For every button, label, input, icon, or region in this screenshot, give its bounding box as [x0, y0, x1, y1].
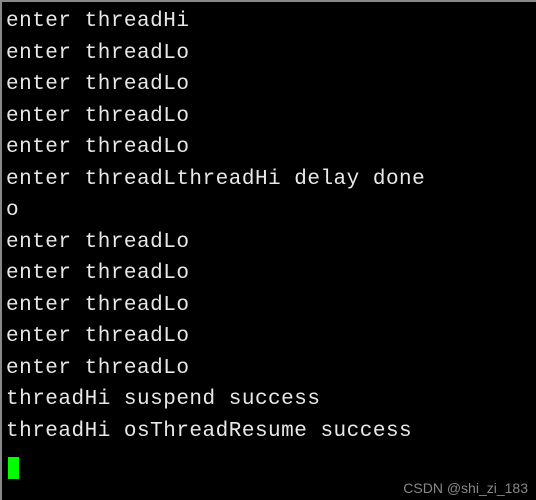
- output-line: enter threadLo: [6, 69, 532, 101]
- watermark: CSDN @shi_zi_183: [403, 480, 528, 496]
- output-line: threadHi suspend success: [6, 384, 532, 416]
- output-line: enter threadHi: [6, 6, 532, 38]
- terminal-output: enter threadHi enter threadLo enter thre…: [2, 2, 536, 479]
- output-line: enter threadLo: [6, 290, 532, 322]
- output-line: threadHi osThreadResume success: [6, 416, 532, 448]
- output-line: enter threadLo: [6, 101, 532, 133]
- output-line: enter threadLo: [6, 132, 532, 164]
- output-line: o: [6, 195, 532, 227]
- output-line: enter threadLo: [6, 38, 532, 70]
- output-line: enter threadLo: [6, 353, 532, 385]
- cursor-icon: [8, 457, 19, 479]
- output-line: enter threadLthreadHi delay done: [6, 164, 532, 196]
- prompt-line[interactable]: [6, 447, 532, 479]
- output-line: enter threadLo: [6, 321, 532, 353]
- output-line: enter threadLo: [6, 227, 532, 259]
- output-line: enter threadLo: [6, 258, 532, 290]
